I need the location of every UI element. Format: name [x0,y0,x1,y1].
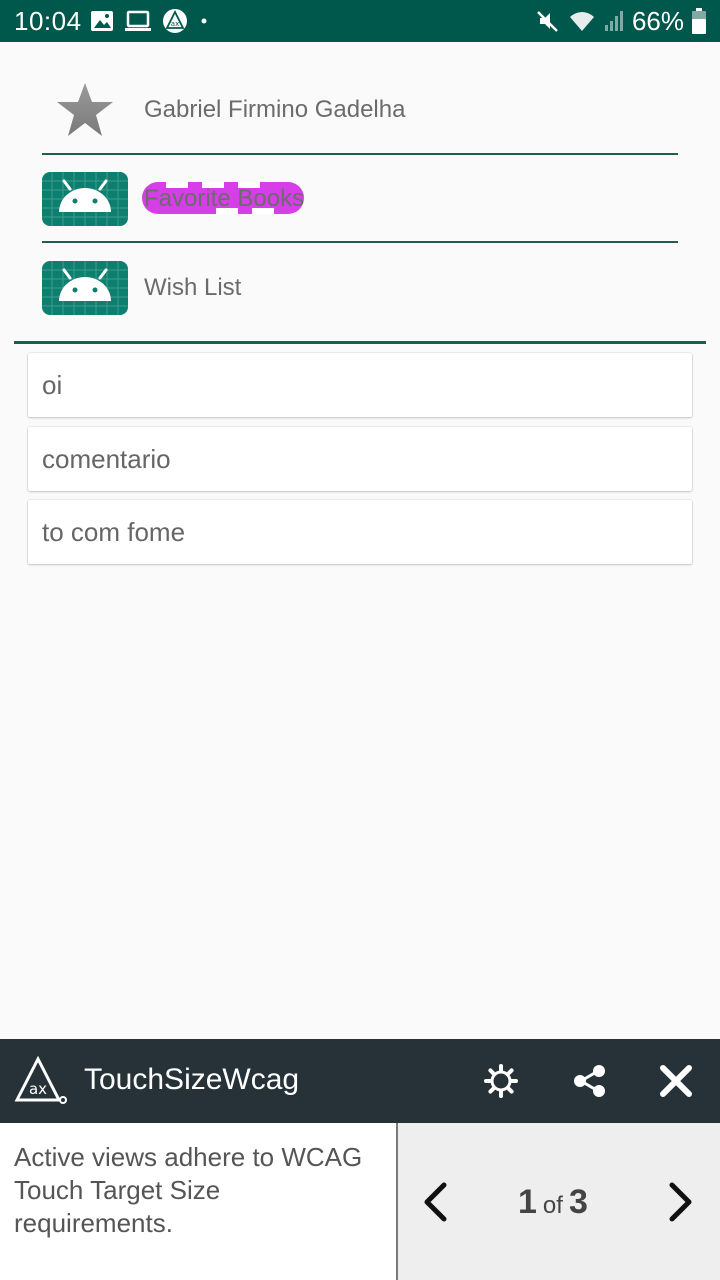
wifi-icon [569,12,594,31]
settings-button[interactable] [484,1064,518,1098]
next-button[interactable] [666,1181,696,1223]
comment-text: oi [42,369,63,400]
close-button[interactable] [659,1064,693,1098]
divider [42,241,678,243]
status-bar: 10:04 ax 66% [0,0,720,42]
accessibility-panel-body: Active views adhere to WCAG Touch Target… [0,1123,720,1280]
ax-app-icon: ax [163,9,187,33]
panel-title: TouchSizeWcag [84,1063,300,1096]
favorite-books-label: Favorite Books [144,185,305,212]
laptop-icon [125,10,151,31]
result-message-box: Active views adhere to WCAG Touch Target… [0,1123,396,1280]
divider [14,341,706,344]
comment-text: to com fome [42,516,186,547]
page-current: 1 [518,1183,537,1221]
menu-item-label: Gabriel Firmino Gadelha [144,96,406,123]
svg-text:ax: ax [171,20,179,28]
ax-logo-icon: ax [14,1056,67,1104]
accessibility-panel-header: ax TouchSizeWcag [0,1039,720,1123]
result-pager: 1 of 3 [396,1123,720,1280]
comment-card[interactable]: comentario [28,427,692,491]
dot-icon [201,18,207,24]
page-total: 3 [568,1183,588,1221]
menu-item-label: Favorite Books [142,182,305,214]
menu-item-wish-list[interactable]: Wish List [42,244,678,332]
signal-icon [604,11,623,31]
comment-card[interactable]: to com fome [28,500,692,564]
clock: 10:04 [14,6,82,36]
image-icon [91,11,113,31]
battery-icon [692,8,706,34]
comment-card[interactable]: oi [28,353,692,417]
menu-item-favorite-books[interactable]: Favorite Books [42,155,678,243]
menu-item-profile[interactable]: Gabriel Firmino Gadelha [42,66,678,154]
android-icon [42,261,128,315]
battery-percent: 66% [631,5,684,36]
page-of: of [542,1192,563,1219]
menu-item-label: Wish List [144,274,242,301]
result-message: Active views adhere to WCAG Touch Target… [14,1142,363,1238]
android-icon [42,172,128,226]
comment-text: comentario [42,443,171,474]
page-indicator: 1 of 3 [518,1183,588,1222]
share-button[interactable] [572,1064,606,1098]
mute-icon [537,11,558,32]
previous-button[interactable] [420,1181,450,1223]
star-icon [57,83,113,136]
svg-text:ax: ax [29,1080,47,1098]
